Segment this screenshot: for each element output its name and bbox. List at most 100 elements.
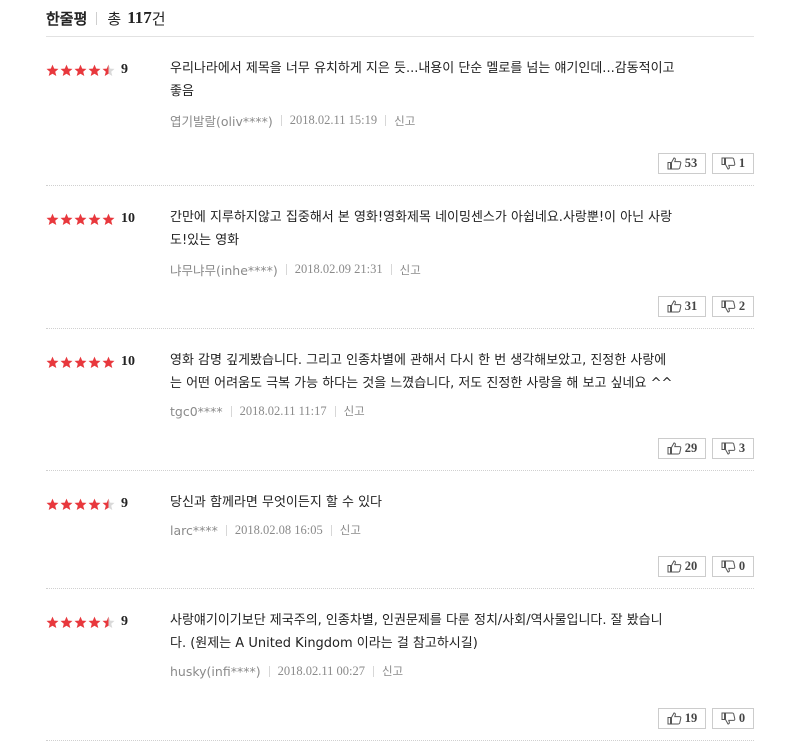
total-count: 117 (127, 8, 152, 27)
review-section: 한줄평 총 117 건 9 우리나라에서 제목을 너무 유치하게 지은 듯...내… (46, 0, 754, 741)
review-date: 2018.02.08 16:05 (234, 522, 323, 537)
star-icon (74, 616, 87, 629)
star-icon (46, 356, 59, 369)
dislike-button[interactable]: 2 (712, 296, 754, 317)
dislike-button[interactable]: 1 (712, 153, 754, 174)
review-item: 9 당신과 함께라면 무엇이든지 할 수 있다 larc**** 2018.02.08… (46, 471, 754, 589)
report-link[interactable]: 신고 (382, 663, 403, 679)
star-icon (60, 213, 73, 226)
star-icon (102, 616, 115, 629)
star-icon (88, 213, 101, 226)
review-text: 영화 감명 깊게봤습니다. 그리고 인종차별에 관해서 다시 한 번 생각해보았… (170, 349, 750, 395)
report-link[interactable]: 신고 (344, 403, 365, 419)
rating-stars (46, 498, 116, 511)
report-link[interactable]: 신고 (400, 262, 421, 278)
review-text-line: 영화 감명 깊게봤습니다. 그리고 인종차별에 관해서 다시 한 번 생각해보았… (170, 353, 667, 368)
review-text-line: 도!있는 영화 (170, 233, 240, 248)
reviewer-nickname: 냐무냐무(inhe****) (170, 263, 278, 278)
thumbs-up-icon (667, 560, 682, 573)
review-date: 2018.02.11 00:27 (277, 663, 365, 678)
review-date: 2018.02.11 11:17 (239, 403, 327, 418)
dislike-count: 3 (738, 441, 746, 455)
vote-buttons: 53 1 (652, 153, 754, 174)
thumbs-up-icon (667, 300, 682, 313)
vote-buttons: 31 2 (652, 296, 754, 317)
review-item: 9 사랑얘기이기보단 제국주의, 인종차별, 인권문제를 다룬 정치/사회/역사물… (46, 589, 754, 741)
rating-stars (46, 616, 116, 629)
thumbs-up-icon (667, 157, 682, 170)
dislike-count: 0 (738, 711, 746, 725)
star-icon (88, 356, 101, 369)
meta-divider (225, 524, 227, 536)
thumbs-down-icon (721, 300, 736, 313)
total-suffix: 건 (151, 9, 166, 28)
rating-score: 10 (121, 354, 135, 369)
rating: 10 (46, 211, 135, 227)
star-icon (46, 616, 59, 629)
star-icon (102, 213, 115, 226)
rating-score: 9 (121, 496, 128, 511)
star-icon (46, 213, 59, 226)
thumbs-up-icon (667, 442, 682, 455)
review-text-line: 당신과 함께라면 무엇이든지 할 수 있다 (170, 495, 383, 510)
like-button[interactable]: 20 (658, 556, 706, 577)
review-meta: 냐무냐무(inhe****) 2018.02.09 21:31 신고 (170, 260, 421, 279)
dislike-button[interactable]: 0 (712, 708, 754, 729)
rating-score: 9 (121, 62, 128, 77)
report-link[interactable]: 신고 (340, 522, 361, 538)
meta-divider (334, 405, 336, 417)
thumbs-down-icon (721, 157, 736, 170)
like-count: 29 (684, 441, 698, 455)
vote-buttons: 29 3 (652, 438, 754, 459)
meta-divider (268, 665, 270, 677)
like-count: 31 (684, 299, 698, 313)
review-item: 9 우리나라에서 제목을 너무 유치하게 지은 듯...내용이 단순 멜로를 넘는… (46, 37, 754, 186)
star-icon (74, 64, 87, 77)
vote-buttons: 20 0 (652, 556, 754, 577)
review-text-line: 우리나라에서 제목을 너무 유치하게 지은 듯...내용이 단순 멜로를 넘는 … (170, 61, 675, 76)
reviewer-nickname: larc**** (170, 522, 218, 538)
review-text: 우리나라에서 제목을 너무 유치하게 지은 듯...내용이 단순 멜로를 넘는 … (170, 57, 750, 103)
like-count: 19 (684, 711, 698, 725)
thumbs-down-icon (721, 560, 736, 573)
review-meta: larc**** 2018.02.08 16:05 신고 (170, 522, 361, 538)
like-button[interactable]: 31 (658, 296, 706, 317)
total-prefix: 총 (107, 9, 122, 28)
review-list: 9 우리나라에서 제목을 너무 유치하게 지은 듯...내용이 단순 멜로를 넘는… (46, 37, 754, 741)
review-meta: husky(infi****) 2018.02.11 00:27 신고 (170, 663, 403, 679)
review-item: 10 영화 감명 깊게봤습니다. 그리고 인종차별에 관해서 다시 한 번 생각해… (46, 329, 754, 471)
star-icon (88, 498, 101, 511)
dislike-button[interactable]: 0 (712, 556, 754, 577)
rating-stars (46, 64, 116, 77)
thumbs-up-icon (667, 712, 682, 725)
star-icon (102, 64, 115, 77)
rating: 9 (46, 62, 128, 78)
reviewer-nickname: tgc0**** (170, 403, 223, 419)
section-title: 한줄평 (46, 9, 88, 28)
dislike-button[interactable]: 3 (712, 438, 754, 459)
like-button[interactable]: 29 (658, 438, 706, 459)
like-button[interactable]: 19 (658, 708, 706, 729)
dislike-count: 2 (738, 299, 746, 313)
rating-score: 9 (121, 614, 128, 629)
star-icon (88, 616, 101, 629)
star-icon (102, 356, 115, 369)
meta-divider (285, 264, 287, 275)
vote-buttons: 19 0 (652, 708, 754, 729)
rating: 10 (46, 354, 135, 370)
review-meta: tgc0**** 2018.02.11 11:17 신고 (170, 403, 365, 419)
like-count: 53 (684, 156, 698, 170)
meta-divider (330, 524, 332, 536)
reviewer-nickname: 엽기발랄(oliv****) (170, 114, 273, 129)
meta-divider (385, 115, 387, 126)
reviewer-nickname: husky(infi****) (170, 663, 261, 679)
star-icon (46, 64, 59, 77)
review-item: 10 간만에 지루하지않고 집중해서 본 영화!영화제목 네이밍센스가 아쉽네요.… (46, 186, 754, 329)
meta-divider (230, 405, 232, 417)
thumbs-down-icon (721, 442, 736, 455)
star-icon (46, 498, 59, 511)
like-button[interactable]: 53 (658, 153, 706, 174)
star-icon (74, 213, 87, 226)
report-link[interactable]: 신고 (394, 113, 415, 129)
review-text-line: 다. (원제는 A United Kingdom 이라는 걸 참고하시길) (170, 636, 478, 651)
